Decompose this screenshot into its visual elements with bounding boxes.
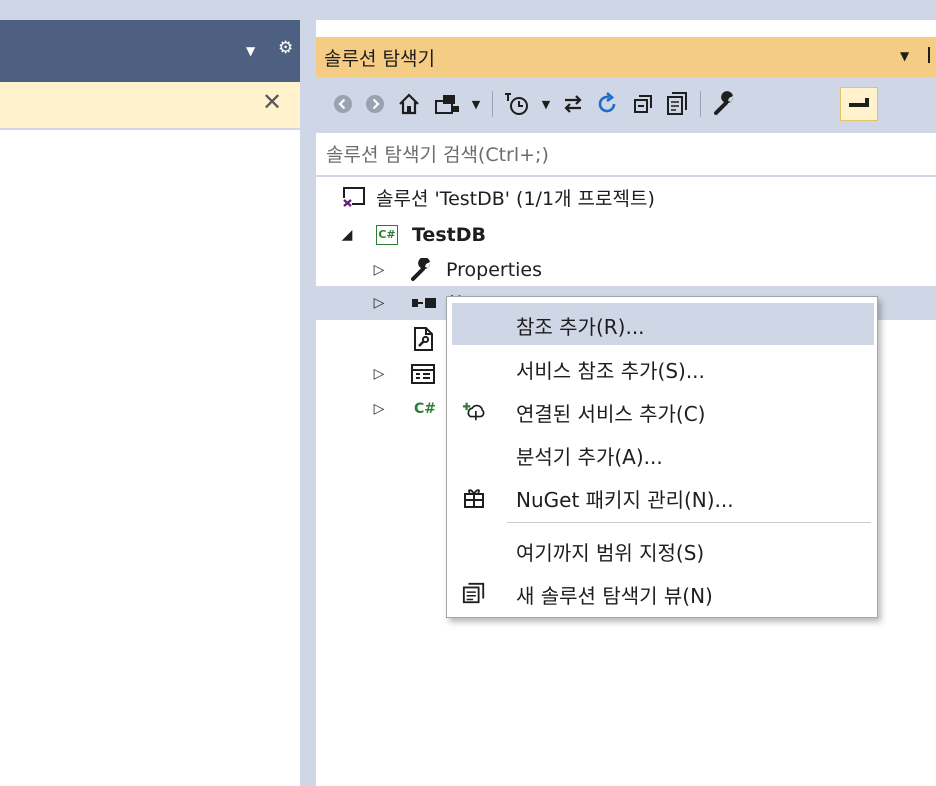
properties-wrench-icon[interactable]: [708, 89, 742, 119]
collapsed-arrow-icon[interactable]: ▷: [372, 262, 386, 278]
home-icon[interactable]: [394, 89, 424, 119]
menu-item-label: 분석기 추가(A)...: [516, 445, 663, 469]
connected-service-icon: [462, 399, 486, 423]
pending-changes-filter-icon[interactable]: [500, 89, 536, 119]
collapse-all-icon[interactable]: [628, 89, 658, 119]
new-explorer-view-icon: [462, 581, 486, 605]
back-icon[interactable]: [330, 89, 356, 119]
window-dropdown-icon[interactable]: ▼: [246, 44, 255, 58]
form-icon: [410, 362, 436, 386]
tree-node-config-file[interactable]: [410, 322, 436, 356]
window-title: 솔루션 탐색기: [324, 48, 435, 70]
collapsed-arrow-icon[interactable]: ▷: [372, 295, 386, 311]
forward-icon[interactable]: [362, 89, 388, 119]
csharp-file-icon: C#: [414, 401, 437, 417]
tree-node-project[interactable]: ◢ C# TestDB: [340, 218, 486, 252]
window-edge-icon: [928, 47, 930, 63]
tree-node-form[interactable]: ▷: [372, 357, 436, 391]
show-all-files-icon[interactable]: [662, 89, 694, 119]
toolbar-separator: [492, 91, 493, 117]
menu-item-label: 여기까지 범위 지정(S): [516, 541, 705, 565]
csharp-project-icon: C#: [376, 225, 398, 245]
gear-icon[interactable]: ⚙: [278, 38, 293, 58]
solution-explorer-title-bar: 솔루션 탐색기 ▼: [316, 37, 936, 77]
sync-with-active-document-icon[interactable]: [558, 89, 588, 119]
collapsed-arrow-icon[interactable]: ▷: [372, 366, 386, 382]
context-menu: 참조 추가(R)... 서비스 참조 추가(S)... 연결된 서비스 추가(C…: [446, 296, 878, 618]
switch-views-dropdown-icon[interactable]: ▼: [468, 89, 484, 119]
tree-node-solution[interactable]: 솔루션 'TestDB' (1/1개 프로젝트): [340, 180, 655, 214]
menu-item-add-reference[interactable]: 참조 추가(R)...: [452, 303, 874, 345]
menu-item-scope-to-this[interactable]: 여기까지 범위 지정(S): [452, 529, 874, 571]
filter-dropdown-icon[interactable]: ▼: [538, 89, 554, 119]
project-label: TestDB: [412, 224, 486, 246]
menu-item-label: NuGet 패키지 관리(N)...: [516, 488, 734, 512]
menu-item-label: 서비스 참조 추가(S)...: [516, 359, 705, 383]
refresh-icon[interactable]: [592, 89, 622, 119]
left-tool-window: ▼ ⚙ ✕: [0, 20, 300, 786]
menu-item-add-connected-service[interactable]: 연결된 서비스 추가(C): [452, 390, 874, 432]
left-window-title-bar: ▼ ⚙: [0, 20, 300, 82]
properties-label: Properties: [446, 259, 543, 281]
menu-item-new-solution-explorer-view[interactable]: 새 솔루션 탐색기 뷰(N): [452, 572, 874, 614]
menu-item-manage-nuget-packages[interactable]: NuGet 패키지 관리(N)...: [452, 476, 874, 518]
left-info-bar: ✕: [0, 82, 300, 130]
menu-item-label: 참조 추가(R)...: [516, 315, 645, 339]
expanded-arrow-icon[interactable]: ◢: [340, 227, 354, 243]
search-box[interactable]: [316, 133, 936, 177]
wrench-icon: [410, 258, 436, 282]
menu-item-label: 새 솔루션 탐색기 뷰(N): [516, 584, 713, 608]
config-file-icon: [410, 326, 436, 352]
pane-splitter[interactable]: [300, 20, 316, 786]
tree-node-properties[interactable]: ▷ Properties: [372, 253, 542, 287]
tree-node-csharp-file[interactable]: ▷ C#: [372, 392, 436, 426]
preview-selected-items-button[interactable]: [840, 87, 878, 121]
menu-item-label: 연결된 서비스 추가(C): [516, 402, 706, 426]
collapsed-arrow-icon[interactable]: ▷: [372, 401, 386, 417]
top-strip: [0, 0, 936, 20]
solution-explorer-toolbar: ▼ ▼: [316, 77, 936, 133]
solution-label: 솔루션 'TestDB' (1/1개 프로젝트): [376, 187, 655, 210]
switch-views-icon[interactable]: [430, 89, 466, 119]
menu-separator: [507, 522, 871, 523]
window-options-icon[interactable]: ▼: [900, 49, 909, 63]
nuget-package-icon: [462, 485, 486, 509]
menu-item-add-analyzer[interactable]: 분석기 추가(A)...: [452, 433, 874, 475]
solution-icon: [340, 186, 368, 208]
menu-item-add-service-reference[interactable]: 서비스 참조 추가(S)...: [452, 347, 874, 389]
search-input[interactable]: [324, 141, 918, 169]
close-icon[interactable]: ✕: [262, 88, 282, 116]
toolbar-separator: [700, 91, 701, 117]
references-icon: [410, 296, 438, 310]
preview-icon-tick: [865, 98, 869, 107]
